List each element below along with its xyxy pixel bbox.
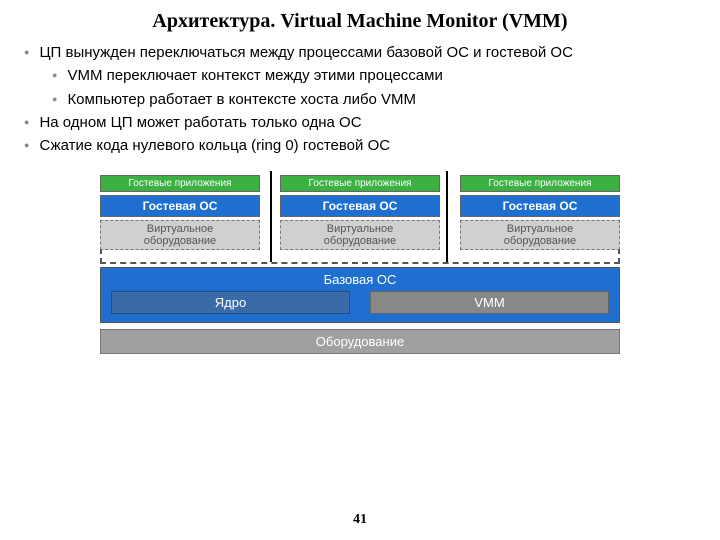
bullet-1a: VMM переключает контекст между этими про…: [52, 64, 700, 87]
hardware-bar: Оборудование: [100, 329, 620, 354]
guest-apps-box: Гостевые приложения: [280, 175, 440, 192]
bullet-1a-text: VMM переключает контекст между этими про…: [67, 67, 442, 84]
virtual-hw-box: Виртуальноеоборудование: [280, 220, 440, 250]
bullet-2-text: На одном ЦП может работать только одна О…: [39, 114, 361, 131]
guest-os-box: Гостевая ОС: [280, 195, 440, 217]
guest-apps-box: Гостевые приложения: [100, 175, 260, 192]
bullet-3-text: Сжатие кода нулевого кольца (ring 0) гос…: [39, 137, 390, 154]
vmm-box: VMM: [370, 291, 609, 314]
vm-column-3: Гостевые приложения Гостевая ОС Виртуаль…: [460, 175, 620, 250]
vm-columns-row: Гостевые приложения Гостевая ОС Виртуаль…: [100, 175, 620, 250]
bullet-1-text: ЦП вынужден переключаться между процесса…: [39, 44, 573, 61]
page-number: 41: [0, 512, 720, 528]
bullet-1: ЦП вынужден переключаться между процесса…: [24, 41, 700, 111]
guest-os-box: Гостевая ОС: [100, 195, 260, 217]
base-os-block: Базовая ОС Ядро VMM: [100, 267, 620, 323]
vm-column-1: Гостевые приложения Гостевая ОС Виртуаль…: [100, 175, 260, 250]
bullet-1b: Компьютер работает в контексте хоста либ…: [52, 88, 700, 111]
bullet-1b-text: Компьютер работает в контексте хоста либ…: [67, 91, 416, 108]
vm-column-2: Гостевые приложения Гостевая ОС Виртуаль…: [280, 175, 440, 250]
separator-1: [270, 171, 272, 262]
slide-title: Архитектура. Virtual Machine Monitor (VM…: [0, 0, 720, 41]
guest-os-box: Гостевая ОС: [460, 195, 620, 217]
virtual-hw-box: Виртуальноеоборудование: [460, 220, 620, 250]
virtual-hw-box: Виртуальноеоборудование: [100, 220, 260, 250]
kernel-box: Ядро: [111, 291, 350, 314]
architecture-diagram: Гостевые приложения Гостевая ОС Виртуаль…: [100, 175, 620, 354]
dashed-container-border: [100, 248, 620, 264]
bullet-2: На одном ЦП может работать только одна О…: [24, 111, 700, 134]
guest-apps-box: Гостевые приложения: [460, 175, 620, 192]
bullet-list: ЦП вынужден переключаться между процесса…: [0, 41, 720, 157]
base-os-label: Базовая ОС: [111, 272, 609, 287]
bullet-3: Сжатие кода нулевого кольца (ring 0) гос…: [24, 134, 700, 157]
separator-2: [446, 171, 448, 262]
